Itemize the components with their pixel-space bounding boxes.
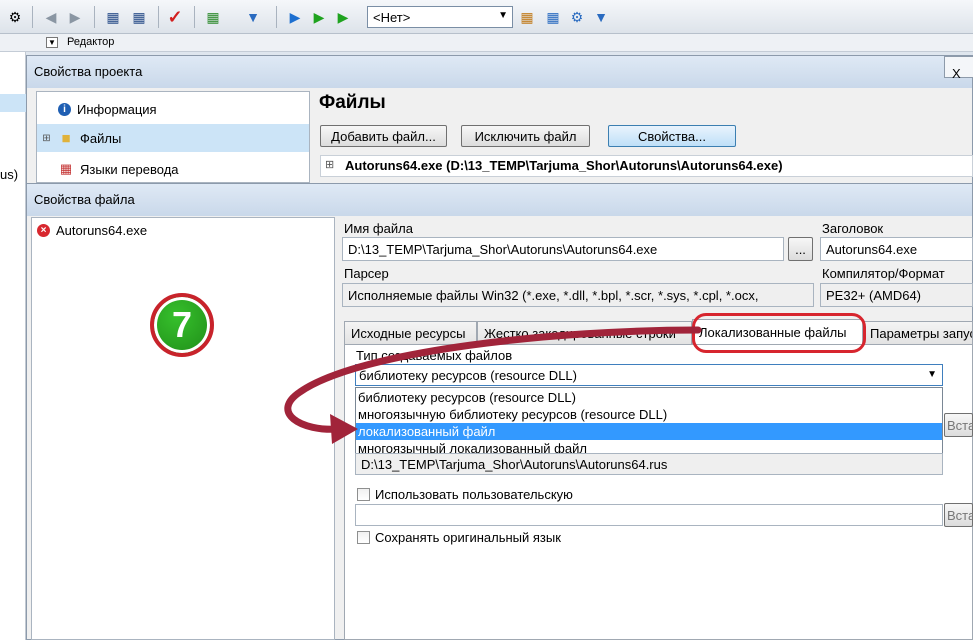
annotation-arrow <box>284 326 702 444</box>
arrow-path <box>284 326 702 433</box>
arrow-head <box>330 414 358 444</box>
